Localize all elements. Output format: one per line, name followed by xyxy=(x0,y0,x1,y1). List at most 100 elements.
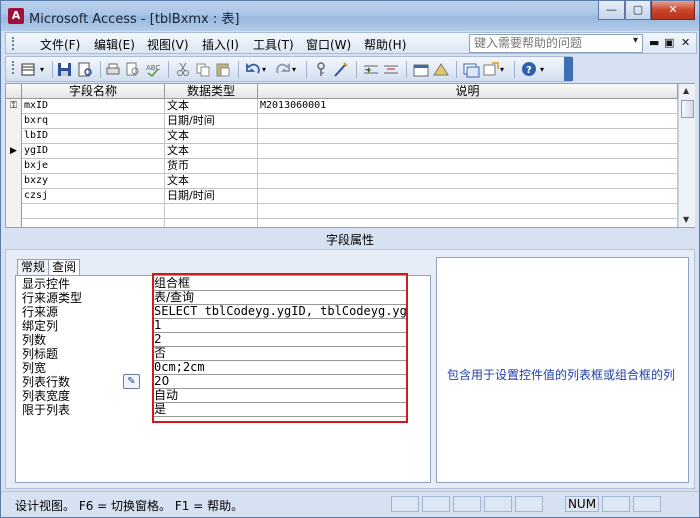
scroll-down-icon[interactable]: ▼ xyxy=(683,215,689,224)
undo-icon[interactable] xyxy=(244,61,262,78)
primary-key-icon[interactable]: ⚿ xyxy=(6,99,22,114)
view-icon[interactable] xyxy=(20,61,38,78)
delete-row-icon[interactable] xyxy=(382,61,400,78)
menu-insert[interactable]: 插入(I) xyxy=(202,36,239,53)
tab-lookup[interactable]: 查阅 xyxy=(48,259,81,276)
data-type-cell[interactable]: 日期/时间 xyxy=(165,189,258,204)
menu-tools[interactable]: 工具(T) xyxy=(253,36,294,53)
field-name-cell[interactable]: bxzy xyxy=(22,174,165,189)
row-selector[interactable] xyxy=(6,114,22,129)
doc-close-button[interactable]: ✕ xyxy=(681,36,690,49)
help-question-input[interactable]: 键入需要帮助的问题 xyxy=(469,34,643,53)
menu-window[interactable]: 窗口(W) xyxy=(306,36,351,53)
data-type-cell[interactable]: 文本 xyxy=(165,144,258,159)
table-row[interactable]: ⚿ mxID 文本 M2013060001 xyxy=(6,99,678,114)
spell-check-icon[interactable]: ABC xyxy=(144,61,162,78)
maximize-button[interactable]: ▢ xyxy=(625,1,651,20)
current-row-icon[interactable]: ▶ xyxy=(6,144,22,159)
print-preview-icon[interactable] xyxy=(124,61,142,78)
builder-button-icon[interactable]: ✎ xyxy=(123,374,140,389)
help-dropdown-arrow-icon[interactable]: ▾ xyxy=(633,35,638,46)
field-name-cell[interactable]: ygID xyxy=(22,144,165,159)
description-cell[interactable] xyxy=(258,219,678,227)
data-type-cell[interactable]: 日期/时间 xyxy=(165,114,258,129)
save-icon[interactable] xyxy=(56,61,74,78)
description-cell[interactable] xyxy=(258,204,678,219)
toolbar-options-button[interactable] xyxy=(564,57,573,81)
menu-file[interactable]: 文件(F) xyxy=(40,36,80,53)
data-type-cell[interactable] xyxy=(165,204,258,219)
menu-help[interactable]: 帮助(H) xyxy=(364,36,406,53)
doc-restore-button[interactable]: ▣ xyxy=(664,36,674,49)
field-name-cell[interactable] xyxy=(22,219,165,227)
description-cell[interactable] xyxy=(258,159,678,174)
row-selector[interactable] xyxy=(6,204,22,219)
indexes-icon[interactable] xyxy=(432,61,450,78)
field-name-cell[interactable]: lbID xyxy=(22,129,165,144)
copy-icon[interactable] xyxy=(194,61,212,78)
field-name-cell[interactable]: bxje xyxy=(22,159,165,174)
data-type-cell[interactable] xyxy=(165,219,258,227)
description-cell[interactable]: M2013060001 xyxy=(258,99,678,114)
menu-edit[interactable]: 编辑(E) xyxy=(94,36,135,53)
field-name-cell[interactable]: bxrq xyxy=(22,114,165,129)
description-cell[interactable] xyxy=(258,189,678,204)
table-row[interactable]: lbID 文本 xyxy=(6,129,678,144)
primary-key-icon[interactable] xyxy=(312,61,330,78)
row-selector[interactable] xyxy=(6,219,22,227)
table-design-toolbar: ▾ ABC ▾ ▾ ▾ ? ▾ xyxy=(5,56,573,82)
access-app-icon[interactable]: A xyxy=(8,8,24,24)
header-description[interactable]: 说明 xyxy=(258,84,678,99)
scroll-thumb[interactable] xyxy=(681,100,694,118)
table-row[interactable]: bxzy 文本 xyxy=(6,174,678,189)
header-data-type[interactable]: 数据类型 xyxy=(165,84,258,99)
description-cell[interactable] xyxy=(258,174,678,189)
field-name-cell[interactable]: mxID xyxy=(22,99,165,114)
description-cell[interactable] xyxy=(258,144,678,159)
data-type-cell[interactable]: 文本 xyxy=(165,99,258,114)
minimize-button[interactable]: — xyxy=(598,1,625,20)
data-type-cell[interactable]: 货币 xyxy=(165,159,258,174)
data-type-cell[interactable]: 文本 xyxy=(165,174,258,189)
scroll-up-icon[interactable]: ▲ xyxy=(683,86,689,95)
new-object-dropdown-icon[interactable]: ▾ xyxy=(500,61,518,78)
database-window-icon[interactable] xyxy=(462,61,480,78)
row-selector[interactable] xyxy=(6,129,22,144)
tab-general[interactable]: 常规 xyxy=(17,259,50,276)
table-row[interactable]: bxje 货币 xyxy=(6,159,678,174)
header-field-name[interactable]: 字段名称 xyxy=(22,84,165,99)
field-name-cell[interactable]: czsj xyxy=(22,189,165,204)
menu-grip-handle[interactable] xyxy=(12,37,15,50)
table-row[interactable]: bxrq 日期/时间 xyxy=(6,114,678,129)
help-dropdown-icon[interactable]: ▾ xyxy=(540,61,558,78)
close-button[interactable]: ✕ xyxy=(651,1,695,20)
toolbar-grip-handle[interactable] xyxy=(12,61,15,74)
builder-icon[interactable] xyxy=(332,61,350,78)
row-selector[interactable] xyxy=(6,159,22,174)
paste-icon[interactable] xyxy=(214,61,232,78)
doc-minimize-button[interactable]: ▬ xyxy=(649,36,659,49)
data-type-cell[interactable]: 文本 xyxy=(165,129,258,144)
row-selector[interactable] xyxy=(6,174,22,189)
file-search-icon[interactable] xyxy=(76,61,94,78)
field-properties-title: 字段属性 xyxy=(325,233,374,247)
table-row[interactable]: czsj 日期/时间 xyxy=(6,189,678,204)
insert-row-icon[interactable] xyxy=(362,61,380,78)
description-cell[interactable] xyxy=(258,114,678,129)
row-selector[interactable] xyxy=(6,189,22,204)
help-icon[interactable]: ? xyxy=(520,61,538,78)
table-row[interactable]: ▶ ygID 文本 xyxy=(6,144,678,159)
table-row[interactable] xyxy=(6,219,678,227)
print-icon[interactable] xyxy=(104,61,122,78)
description-cell[interactable] xyxy=(258,129,678,144)
cut-icon[interactable] xyxy=(174,61,192,78)
new-object-icon[interactable] xyxy=(482,61,500,78)
menu-view[interactable]: 视图(V) xyxy=(147,36,189,53)
properties-icon[interactable] xyxy=(412,61,430,78)
vertical-scrollbar[interactable]: ▲ ▼ xyxy=(678,84,695,227)
redo-icon[interactable] xyxy=(274,61,292,78)
title-bar[interactable]: A Microsoft Access - [tblBxmx : 表] — ▢ ✕ xyxy=(1,1,699,31)
redo-dropdown-icon[interactable]: ▾ xyxy=(292,61,310,78)
field-name-cell[interactable] xyxy=(22,204,165,219)
table-row[interactable] xyxy=(6,204,678,219)
